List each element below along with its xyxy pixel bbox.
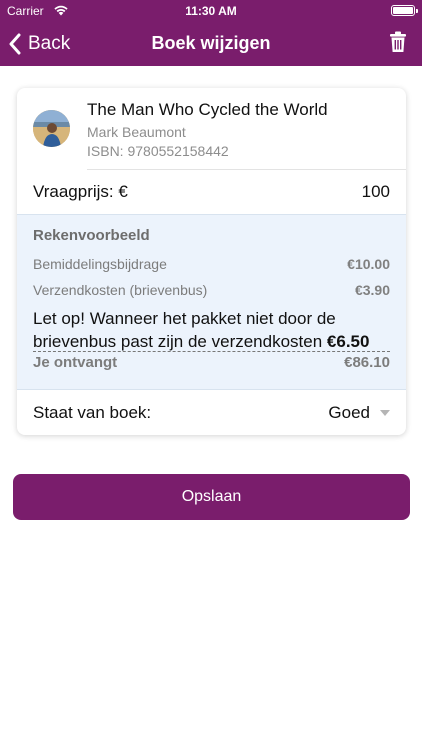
clock: 11:30 AM	[185, 4, 237, 18]
fee-value: €10.00	[347, 256, 390, 272]
receive-label: Je ontvangt	[33, 354, 118, 371]
trash-icon[interactable]	[389, 31, 407, 53]
price-input[interactable]	[240, 178, 390, 206]
book-cover-avatar	[33, 110, 70, 147]
book-title: The Man Who Cycled the World	[87, 100, 328, 119]
warning-amount: €6.50	[326, 332, 370, 351]
calculation-heading: Rekenvoorbeeld	[33, 227, 150, 244]
status-bar: Carrier 11:30 AM	[0, 0, 422, 22]
book-info: The Man Who Cycled the World Mark Beaumo…	[17, 88, 406, 170]
top-bar: Carrier 11:30 AM Back Boek wijzigen	[0, 0, 422, 66]
shipping-value: €3.90	[354, 282, 390, 298]
price-label: Vraagprijs: €	[33, 182, 128, 201]
shipping-warning: Let op! Wanneer het pakket niet door de …	[33, 307, 390, 353]
book-card: The Man Who Cycled the World Mark Beaumo…	[17, 88, 406, 435]
page-title: Boek wijzigen	[151, 33, 271, 53]
receive-value: €86.10	[344, 354, 390, 371]
shipping-line: Verzendkosten (brievenbus) €3.90	[33, 282, 390, 302]
navigation-bar: Back Boek wijzigen	[0, 22, 422, 66]
shipping-label: Verzendkosten (brievenbus)	[33, 282, 208, 298]
dashed-divider	[33, 351, 390, 352]
book-isbn: ISBN: 9780552158442	[87, 143, 229, 159]
chevron-down-icon	[380, 410, 390, 416]
book-author: Mark Beaumont	[87, 124, 186, 140]
condition-label: Staat van boek:	[33, 403, 152, 422]
fee-label: Bemiddelingsbijdrage	[33, 256, 167, 272]
condition-value: Goed	[328, 403, 370, 422]
price-row: Vraagprijs: €	[17, 170, 406, 214]
fee-line: Bemiddelingsbijdrage €10.00	[33, 256, 390, 276]
battery-icon	[391, 5, 418, 16]
calculation-panel: Rekenvoorbeeld Bemiddelingsbijdrage €10.…	[17, 214, 406, 390]
condition-select[interactable]: Staat van boek: Goed	[17, 391, 406, 435]
receive-line: Je ontvangt €86.10	[33, 354, 390, 374]
warning-text: Let op! Wanneer het pakket niet door de …	[33, 309, 336, 351]
save-button[interactable]: Opslaan	[13, 474, 410, 520]
